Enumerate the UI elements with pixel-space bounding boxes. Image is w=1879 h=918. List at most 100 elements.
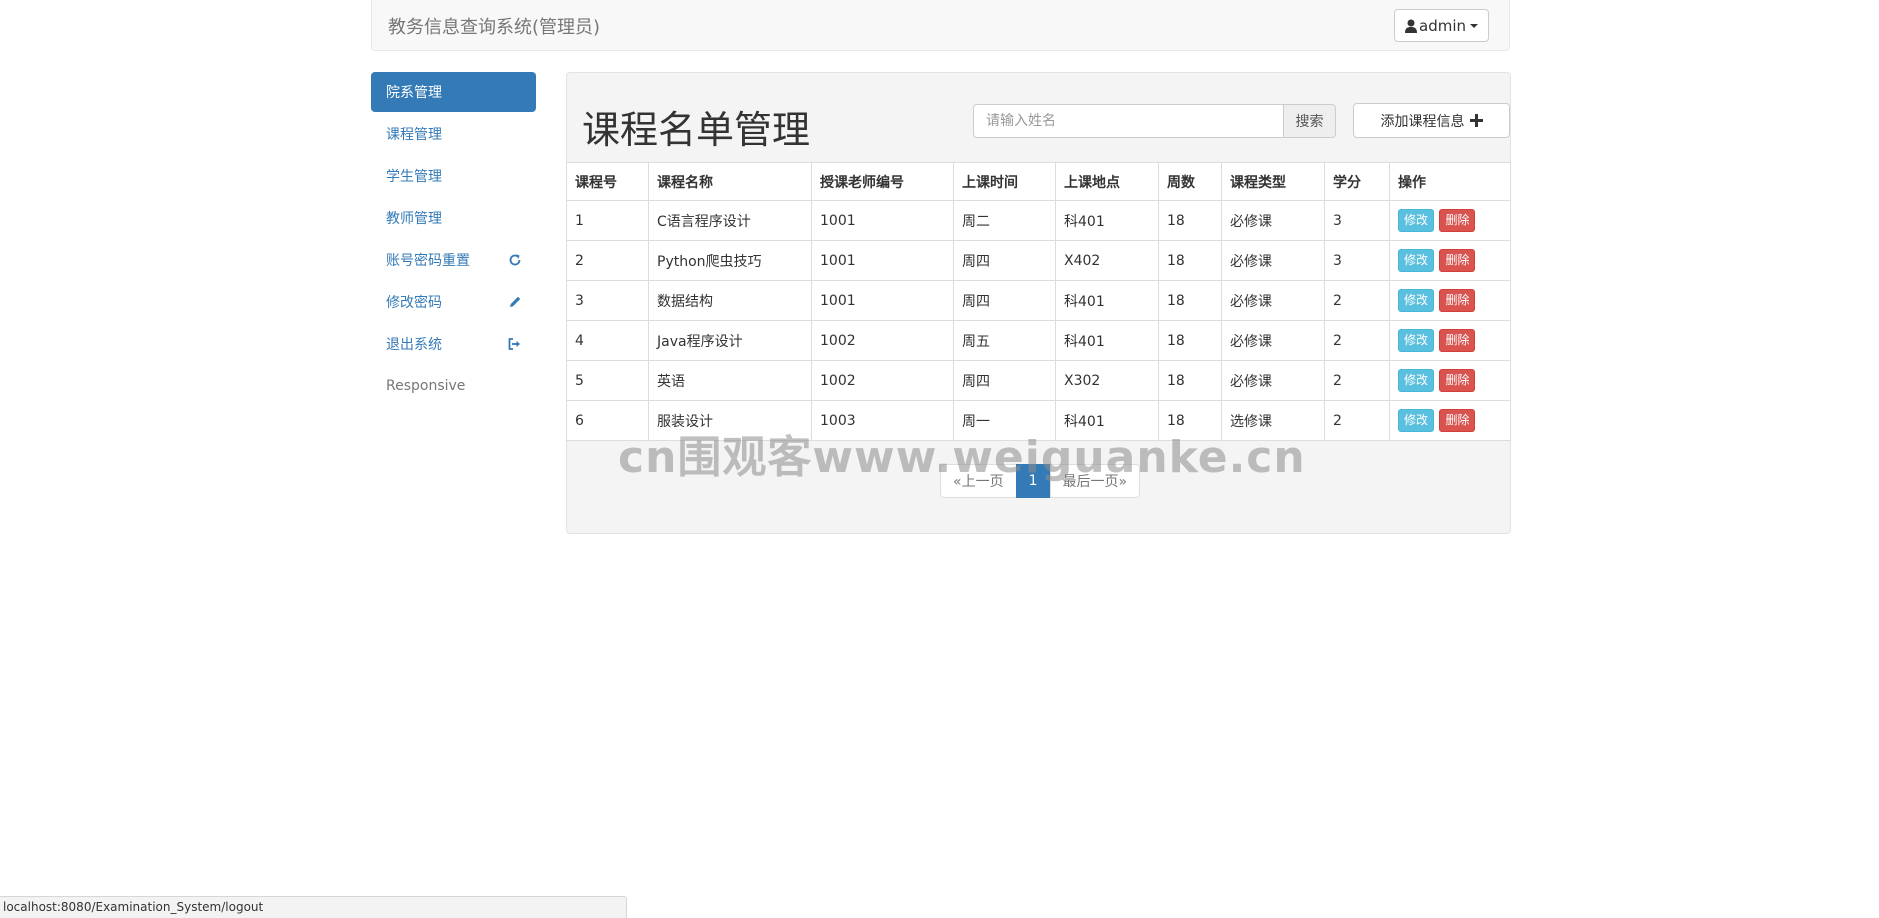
cell-course-type: 必修课 — [1221, 280, 1325, 321]
cell-course-id: 2 — [566, 240, 649, 281]
sidebar-item-label: 修改密码 — [386, 295, 442, 311]
refresh-icon — [508, 253, 522, 267]
sidebar-item-label: Responsive — [386, 378, 466, 394]
cell-credits: 2 — [1324, 280, 1390, 321]
sidebar-item-courses[interactable]: 课程管理 — [371, 114, 536, 154]
cell-course-type: 必修课 — [1221, 240, 1325, 281]
cell-weeks: 18 — [1158, 360, 1222, 401]
cell-weeks: 18 — [1158, 400, 1222, 441]
pagination: «上一页 1 最后一页» — [940, 464, 1141, 498]
cell-class-location: X302 — [1055, 360, 1159, 401]
sidebar-item-reset-password[interactable]: 账号密码重置 — [371, 240, 536, 280]
cell-course-type: 必修课 — [1221, 320, 1325, 361]
cell-credits: 2 — [1324, 320, 1390, 361]
column-header: 课程名称 — [648, 162, 812, 201]
sidebar-item-department[interactable]: 院系管理 — [371, 72, 536, 112]
edit-button[interactable]: 修改 — [1398, 329, 1435, 352]
cell-teacher-id: 1001 — [811, 200, 954, 241]
table-row: 1 C语言程序设计 1001 周二 科401 18 必修课 3 修改 删除 — [566, 200, 1511, 241]
cell-actions: 修改 删除 — [1389, 320, 1511, 361]
column-header: 课程类型 — [1221, 162, 1325, 201]
cell-teacher-id: 1001 — [811, 280, 954, 321]
cell-course-id: 4 — [566, 320, 649, 361]
delete-button[interactable]: 删除 — [1439, 369, 1476, 392]
search-input[interactable] — [973, 104, 1283, 138]
cell-course-name: Java程序设计 — [648, 320, 812, 361]
sidebar-item-label: 账号密码重置 — [386, 253, 470, 269]
delete-button[interactable]: 删除 — [1439, 249, 1476, 272]
column-header: 学分 — [1324, 162, 1390, 201]
sidebar: 院系管理 课程管理 学生管理 教师管理 账号密码重置 修改密码 退出系统 Res… — [371, 72, 536, 408]
delete-button[interactable]: 删除 — [1439, 329, 1476, 352]
sidebar-item-label: 学生管理 — [386, 169, 442, 185]
edit-button[interactable]: 修改 — [1398, 209, 1435, 232]
sidebar-item-label: 课程管理 — [386, 127, 442, 143]
user-menu-button[interactable]: admin — [1394, 9, 1489, 42]
browser-status-bar: localhost:8080/Examination_System/logout — [0, 896, 627, 918]
cell-weeks: 18 — [1158, 200, 1222, 241]
table-row: 2 Python爬虫技巧 1001 周四 X402 18 必修课 3 修改 删除 — [566, 240, 1511, 281]
search-group: 搜索 — [973, 104, 1336, 138]
column-header: 上课时间 — [953, 162, 1056, 201]
cell-class-time: 周四 — [953, 280, 1056, 321]
sidebar-item-label: 院系管理 — [386, 85, 442, 101]
edit-button[interactable]: 修改 — [1398, 369, 1435, 392]
column-header: 周数 — [1158, 162, 1222, 201]
cell-class-location: 科401 — [1055, 280, 1159, 321]
pencil-icon — [508, 295, 522, 309]
cell-actions: 修改 删除 — [1389, 360, 1511, 401]
table-row: 6 服装设计 1003 周一 科401 18 选修课 2 修改 删除 — [566, 400, 1511, 441]
user-menu-label: admin — [1419, 16, 1466, 35]
column-header: 操作 — [1389, 162, 1511, 201]
delete-button[interactable]: 删除 — [1439, 289, 1476, 312]
cell-course-id: 6 — [566, 400, 649, 441]
cell-class-time: 周五 — [953, 320, 1056, 361]
prev-page-link[interactable]: «上一页 — [940, 464, 1017, 498]
cell-actions: 修改 删除 — [1389, 280, 1511, 321]
cell-class-location: X402 — [1055, 240, 1159, 281]
edit-button[interactable]: 修改 — [1398, 249, 1435, 272]
sidebar-item-label: 退出系统 — [386, 337, 442, 353]
cell-credits: 3 — [1324, 200, 1390, 241]
cell-course-id: 1 — [566, 200, 649, 241]
logout-icon — [507, 337, 522, 351]
top-navbar: 教务信息查询系统(管理员) admin — [371, 0, 1510, 51]
table-row: 5 英语 1002 周四 X302 18 必修课 2 修改 删除 — [566, 360, 1511, 401]
sidebar-item-change-password[interactable]: 修改密码 — [371, 282, 536, 322]
user-icon — [1405, 19, 1417, 33]
cell-course-name: 数据结构 — [648, 280, 812, 321]
add-course-label: 添加课程信息 — [1380, 113, 1465, 130]
cell-credits: 2 — [1324, 360, 1390, 401]
caret-down-icon — [1470, 23, 1478, 28]
edit-button[interactable]: 修改 — [1398, 409, 1435, 432]
cell-course-type: 必修课 — [1221, 360, 1325, 401]
cell-actions: 修改 删除 — [1389, 240, 1511, 281]
delete-button[interactable]: 删除 — [1439, 409, 1476, 432]
current-page-link[interactable]: 1 — [1015, 464, 1051, 498]
course-table: 课程号 课程名称 授课老师编号 上课时间 上课地点 周数 课程类型 学分 操作 … — [566, 162, 1511, 441]
cell-weeks: 18 — [1158, 280, 1222, 321]
app-brand[interactable]: 教务信息查询系统(管理员) — [388, 13, 600, 39]
delete-button[interactable]: 删除 — [1439, 209, 1476, 232]
cell-actions: 修改 删除 — [1389, 200, 1511, 241]
cell-course-name: 英语 — [648, 360, 812, 401]
cell-course-type: 必修课 — [1221, 200, 1325, 241]
sidebar-item-logout[interactable]: 退出系统 — [371, 324, 536, 364]
sidebar-item-label: 教师管理 — [386, 211, 442, 227]
cell-course-name: 服装设计 — [648, 400, 812, 441]
cell-class-time: 周四 — [953, 240, 1056, 281]
search-button[interactable]: 搜索 — [1283, 104, 1336, 138]
cell-course-id: 5 — [566, 360, 649, 401]
table-row: 4 Java程序设计 1002 周五 科401 18 必修课 2 修改 删除 — [566, 320, 1511, 361]
cell-course-id: 3 — [566, 280, 649, 321]
cell-teacher-id: 1002 — [811, 320, 954, 361]
cell-credits: 3 — [1324, 240, 1390, 281]
cell-class-time: 周一 — [953, 400, 1056, 441]
add-course-button[interactable]: 添加课程信息 — [1353, 103, 1510, 138]
edit-button[interactable]: 修改 — [1398, 289, 1435, 312]
cell-teacher-id: 1003 — [811, 400, 954, 441]
sidebar-item-teachers[interactable]: 教师管理 — [371, 198, 536, 238]
last-page-link[interactable]: 最后一页» — [1049, 464, 1141, 498]
cell-course-name: C语言程序设计 — [648, 200, 812, 241]
sidebar-item-students[interactable]: 学生管理 — [371, 156, 536, 196]
